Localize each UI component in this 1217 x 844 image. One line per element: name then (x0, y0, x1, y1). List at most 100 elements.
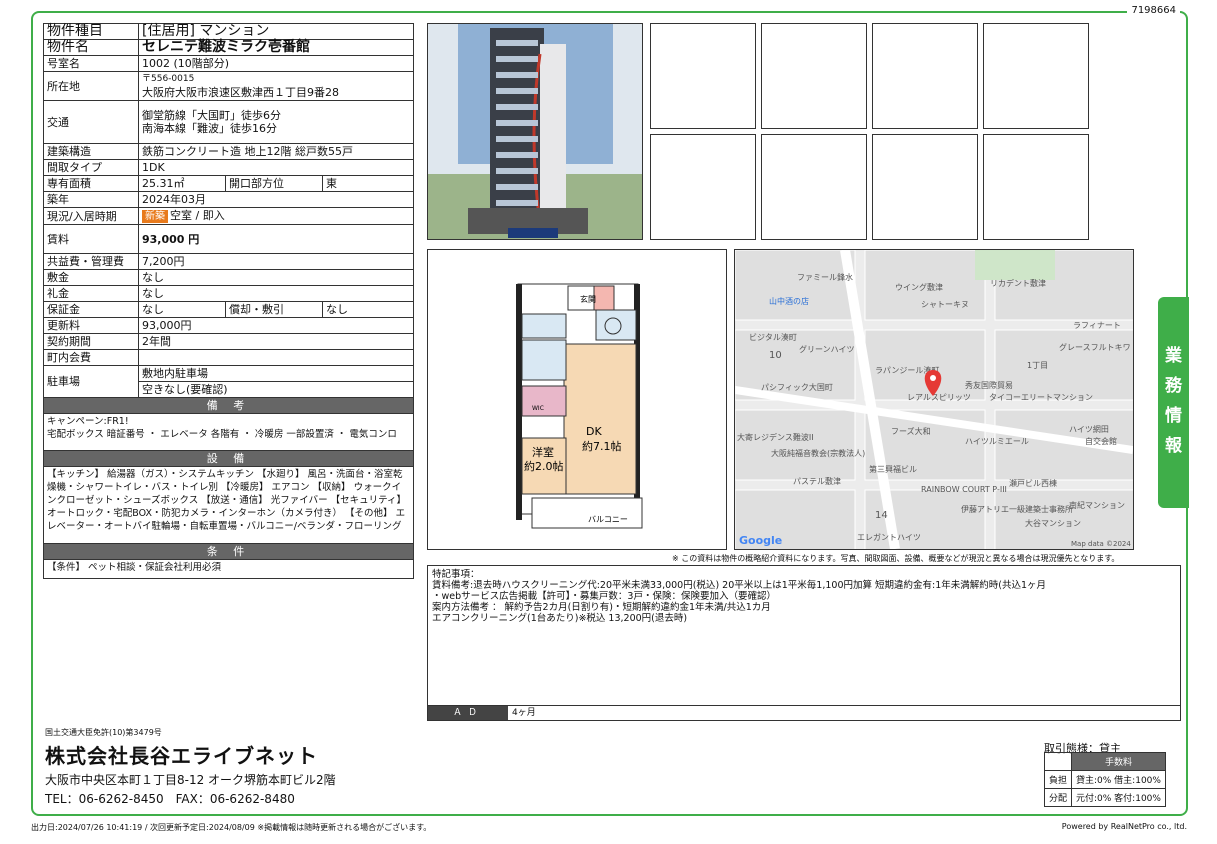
balcony-label: バルコニー (588, 515, 628, 524)
amort-label: 償却・敷引 (225, 301, 323, 318)
fee-value: 7,200円 (138, 253, 414, 270)
area-value: 25.31㎡ (138, 175, 226, 192)
map-label-10: 1丁目 (1027, 361, 1048, 370)
map-label-22: 瀬戸ビル西棟 (1009, 478, 1057, 488)
map-label-3: 山中酒の店 (769, 296, 809, 306)
map-label-27: 大谷マンション (1025, 518, 1081, 528)
doc-id: 7198664 (1127, 5, 1180, 16)
amort-value: なし (322, 301, 414, 318)
map-block-10: 10 (769, 350, 782, 361)
address-label: 所在地 (43, 71, 139, 101)
map-label-25: 南紀マンション (1069, 500, 1125, 510)
photo-slot-6[interactable] (761, 134, 867, 240)
fee-header: 手数料 (1071, 752, 1166, 771)
photo-slot-8[interactable] (983, 134, 1089, 240)
contract-value: 2年間 (138, 333, 414, 350)
dk-label: DK (586, 425, 602, 438)
map-label-28: エレガントハイツ (857, 532, 921, 542)
map-block-14: 14 (875, 510, 888, 521)
map[interactable]: ファミール鋒水 ウイング敷津 リカデント敷津 山中酒の店 シャトーキヌ ラフィナ… (734, 249, 1134, 550)
ad-value: 4ヶ月 (512, 708, 536, 718)
deposit-value: なし (138, 269, 414, 286)
building-photo[interactable] (427, 23, 643, 240)
entrance-label: 玄関 (580, 294, 596, 304)
western-size: 約2.0帖 (524, 459, 564, 473)
company-address: 大阪市中央区本町１丁目8-12 オーク堺筋本町ビル2階 (45, 773, 336, 787)
direction-label: 開口部方位 (225, 175, 323, 192)
burden-label: 負担 (1043, 770, 1073, 789)
deposit-label: 敷金 (43, 269, 139, 286)
key-money-value: なし (138, 285, 414, 302)
contract-label: 契約期間 (43, 333, 139, 350)
map-label-6: ビジタル湊町 (749, 332, 797, 342)
renewal-value: 93,000円 (138, 317, 414, 334)
status-label: 現況/入居時期 (43, 207, 139, 225)
photo-slot-1[interactable] (650, 23, 756, 129)
map-label-19: 自交会館 (1085, 436, 1117, 446)
western-label: 洋室 (532, 445, 554, 459)
notes-text: 特記事項： 賃料備考:退去時ハウスクリーニング代:20平米未満33,000円(税… (432, 569, 1047, 624)
type-label: 物件種目 (43, 23, 139, 40)
photo-slot-5[interactable] (650, 134, 756, 240)
transport-line-1: 御堂筋線「大国町」徒歩6分 (142, 109, 281, 122)
map-label-17: 大寄レジデンス難波II (737, 432, 814, 442)
new-badge: 新築 (142, 210, 168, 223)
renewal-label: 更新料 (43, 317, 139, 334)
wic-label: WIC (532, 405, 544, 412)
equipment-text: 【キッチン】 給湯器（ガス）・システムキッチン 【水廻り】 風呂・洗面台・浴室乾… (43, 466, 414, 544)
name-label: 物件名 (43, 39, 139, 56)
map-label-0: ファミール鋒水 (797, 272, 853, 282)
floorplan[interactable]: 玄関 WIC DK 約7.1帖 洋室 約2.0帖 バルコニー (427, 249, 727, 550)
room-label: 号室名 (43, 55, 139, 72)
address-value: 大阪府大阪市浪速区敷津西１丁目9番28 (142, 86, 339, 99)
map-label-24: RAINBOW COURT P-III (921, 485, 1007, 494)
guarantee-label: 保証金 (43, 301, 139, 318)
type-value: [住居用] マンション (138, 23, 414, 40)
burden-value: 貸主:0% 借主:100% (1071, 770, 1166, 789)
company-block: 国土交通大臣免許(10)第3479号 株式会社長谷エライブネット 大阪市中央区本… (45, 727, 336, 807)
transport-line-2: 南海本線「難波」徒歩16分 (142, 122, 277, 135)
parking-value-1: 敷地内駐車場 (138, 365, 414, 382)
footer-left: 出力日:2024/07/26 10:41:19 / 次回更新予定日:2024/0… (31, 823, 432, 832)
built-label: 築年 (43, 191, 139, 208)
fee-label: 共益費・管理費 (43, 253, 139, 270)
structure-value: 鉄筋コンクリート造 地上12階 総戸数55戸 (138, 143, 414, 160)
rent-label: 賃料 (43, 224, 139, 254)
dk-size: 約7.1帖 (582, 439, 622, 453)
parking-value-2: 空きなし(要確認) (138, 381, 414, 398)
disclaimer: ※ この資料は物件の概略紹介資料になります。写真、間取図面、設備、概要などが現況… (672, 554, 1120, 563)
photo-slot-7[interactable] (872, 134, 978, 240)
map-label-1: ウイング敷津 (895, 282, 943, 292)
layout-value: 1DK (138, 159, 414, 176)
map-label-11: パシフィック大国町 (761, 382, 833, 392)
map-label-18: ハイツルミエール (965, 437, 1029, 446)
map-label-5: ラフィナート (1073, 321, 1121, 330)
license-number: 国土交通大臣免許(10)第3479号 (45, 728, 162, 737)
business-info-tab[interactable]: 業務情報 (1158, 297, 1189, 508)
area-label: 専有面積 (43, 175, 139, 192)
ad-bar: ＡＤ 4ヶ月 (428, 705, 1180, 720)
photo-slot-4[interactable] (983, 23, 1089, 129)
remarks-text: キャンペーン:FR1! 宅配ボックス 暗証番号 ・ エレベータ 各階有 ・ 冷暖… (43, 413, 414, 451)
company-phone: TEL：06-6262-8450 FAX：06-6262-8480 (45, 792, 295, 806)
ad-label: ＡＤ (428, 706, 508, 720)
google-logo: Google (739, 534, 782, 547)
room-value: 1002 (10階部分) (138, 55, 414, 72)
property-name: セレニテ難波ミラク壱番館 (138, 39, 414, 56)
structure-label: 建築構造 (43, 143, 139, 160)
conditions-text: 【条件】 ペット相談・保証会社利用必須 (43, 559, 414, 579)
company-name: 株式会社長谷エライブネット (45, 744, 318, 768)
map-label-13: レアルスピリッツ (907, 393, 971, 402)
built-value: 2024年03月 (138, 191, 414, 208)
photo-slot-3[interactable] (872, 23, 978, 129)
split-label: 分配 (1043, 788, 1073, 807)
split-value: 元付:0% 客付:100% (1071, 788, 1166, 807)
layout-label: 間取タイプ (43, 159, 139, 176)
map-label-4: シャトーキヌ (921, 300, 969, 309)
transport-label: 交通 (43, 100, 139, 144)
photo-slot-2[interactable] (761, 23, 867, 129)
side-tab-label: 業務情報 (1165, 346, 1182, 456)
equipment-header: 設 備 (43, 450, 414, 467)
conditions-header: 条 件 (43, 543, 414, 560)
map-label-16: ハイツ網田 (1069, 424, 1109, 434)
